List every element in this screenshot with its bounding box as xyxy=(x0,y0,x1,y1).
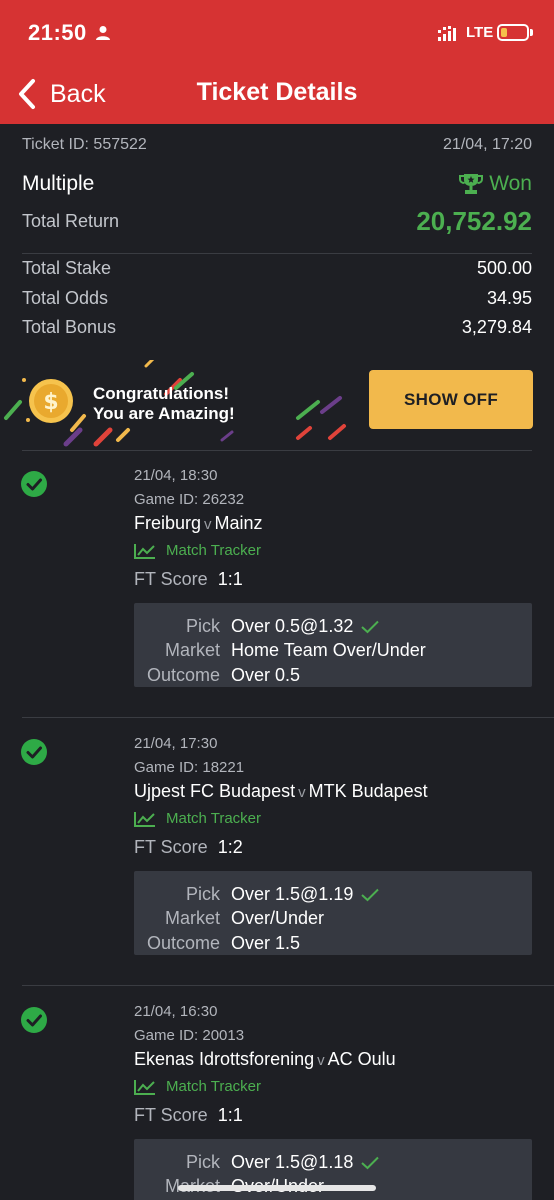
congrats-line2: You are Amazing! xyxy=(93,404,235,423)
bet-game-id: Game ID: 20013 xyxy=(134,1027,245,1044)
bet-game-id: Game ID: 26232 xyxy=(134,491,245,508)
total-odds-label: Total Odds xyxy=(22,288,109,308)
total-stake-label: Total Stake xyxy=(22,258,112,278)
match-tracker-link[interactable]: Match Tracker xyxy=(134,542,261,559)
signal-icon xyxy=(438,26,456,41)
congrats-banner: $ Congratulations! You are Amazing! SHOW… xyxy=(0,360,554,448)
svg-text:$: $ xyxy=(43,390,58,415)
show-off-button[interactable]: SHOW OFF xyxy=(369,370,533,429)
check-circle-icon xyxy=(21,1007,47,1033)
battery-icon xyxy=(497,24,529,41)
total-return-value: 20,752.92 xyxy=(416,206,532,236)
tick-icon xyxy=(361,889,380,902)
app-header: 21:50 LTE Back Ticket Details xyxy=(0,0,554,124)
bet-divider xyxy=(22,717,554,718)
pick-label: Pick xyxy=(185,884,220,904)
match-tracker-link[interactable]: Match Tracker xyxy=(134,1078,261,1095)
pick-label: Pick xyxy=(185,1152,220,1172)
total-bonus-label: Total Bonus xyxy=(22,317,117,337)
outcome-value: Over 0.5 xyxy=(231,665,301,685)
total-odds-value: 34.95 xyxy=(486,288,532,308)
network-type: LTE xyxy=(466,24,494,41)
ft-score-value: 1:1 xyxy=(217,569,243,589)
status-badge: Won xyxy=(459,172,532,196)
congrats-text: Congratulations! You are Amazing! xyxy=(93,384,235,424)
bet-game-id: Game ID: 18221 xyxy=(134,759,245,776)
bet-match: Ujpest FC Budapest v MTK Budapest xyxy=(134,781,428,802)
ticket-timestamp: 21/04, 17:20 xyxy=(443,136,532,153)
bet-type: Multiple xyxy=(22,172,95,195)
pick-details: Pick Over 1.5@1.19 Market Over/Under Out… xyxy=(134,871,532,955)
tick-icon xyxy=(361,621,380,634)
total-return-label: Total Return xyxy=(22,211,120,231)
away-team: MTK Budapest xyxy=(308,781,428,801)
bet-divider xyxy=(22,985,554,986)
outcome-value: Over 1.5 xyxy=(231,933,301,953)
stat-row: Total Odds 34.95 xyxy=(22,288,532,309)
bet-date: 21/04, 18:30 xyxy=(134,467,218,484)
check-circle-icon xyxy=(21,471,47,497)
ft-score-value: 1:1 xyxy=(217,1105,243,1125)
match-tracker-icon xyxy=(134,1079,155,1095)
market-value: Over/Under xyxy=(231,908,325,928)
congrats-line1: Congratulations! xyxy=(93,384,229,403)
bet-match: Freiburg v Mainz xyxy=(134,513,263,534)
versus-label: v xyxy=(204,516,212,533)
match-tracker-link[interactable]: Match Tracker xyxy=(134,810,261,827)
pick-details: Pick Over 0.5@1.32 Market Home Team Over… xyxy=(134,603,532,687)
check-circle-icon xyxy=(21,739,47,765)
home-team: Ujpest FC Budapest xyxy=(134,781,296,801)
tick-icon xyxy=(361,1157,380,1170)
ft-score: FT Score 1:2 xyxy=(134,837,243,858)
total-stake-value: 500.00 xyxy=(476,258,532,278)
market-value: Home Team Over/Under xyxy=(231,640,426,660)
home-team: Ekenas Idrottsforening xyxy=(134,1049,315,1069)
market-label: Market xyxy=(164,908,220,928)
section-divider xyxy=(22,450,532,451)
versus-label: v xyxy=(317,1052,325,1069)
match-tracker-icon xyxy=(134,543,155,559)
match-tracker-label: Match Tracker xyxy=(166,1078,262,1095)
away-team: AC Oulu xyxy=(327,1049,396,1069)
ft-score-value: 1:2 xyxy=(217,837,243,857)
stat-row: Total Bonus 3,279.84 xyxy=(22,317,532,338)
outcome-label: Outcome xyxy=(146,933,220,953)
total-bonus-value: 3,279.84 xyxy=(461,317,532,337)
status-text: Won xyxy=(489,172,532,195)
trophy-icon xyxy=(459,174,484,194)
pick-value: Over 0.5@1.32 xyxy=(231,616,354,636)
ft-score: FT Score 1:1 xyxy=(134,569,243,590)
status-time: 21:50 xyxy=(28,20,87,45)
home-indicator[interactable] xyxy=(178,1185,376,1191)
match-tracker-label: Match Tracker xyxy=(166,542,262,559)
outcome-label: Outcome xyxy=(146,665,220,685)
summary-divider xyxy=(22,253,532,254)
ft-score-label: FT Score xyxy=(134,837,208,857)
ft-score: FT Score 1:1 xyxy=(134,1105,243,1126)
match-tracker-label: Match Tracker xyxy=(166,810,262,827)
ticket-id: Ticket ID: 557522 xyxy=(22,136,147,153)
bet-date: 21/04, 16:30 xyxy=(134,1003,218,1020)
pick-value: Over 1.5@1.18 xyxy=(231,1152,354,1172)
match-tracker-icon xyxy=(134,811,155,827)
status-bar: 21:50 LTE xyxy=(0,0,554,64)
pick-value: Over 1.5@1.19 xyxy=(231,884,354,904)
pick-label: Pick xyxy=(185,616,220,636)
coin-icon: $ xyxy=(29,379,73,423)
ft-score-label: FT Score xyxy=(134,569,208,589)
stat-row: Total Stake 500.00 xyxy=(22,258,532,279)
away-team: Mainz xyxy=(214,513,263,533)
bet-date: 21/04, 17:30 xyxy=(134,735,218,752)
page-title: Ticket Details xyxy=(196,78,358,106)
versus-label: v xyxy=(298,784,306,801)
home-team: Freiburg xyxy=(134,513,202,533)
bet-match: Ekenas Idrottsforening v AC Oulu xyxy=(134,1049,396,1070)
market-label: Market xyxy=(164,640,220,660)
ft-score-label: FT Score xyxy=(134,1105,208,1125)
person-icon xyxy=(96,26,110,40)
